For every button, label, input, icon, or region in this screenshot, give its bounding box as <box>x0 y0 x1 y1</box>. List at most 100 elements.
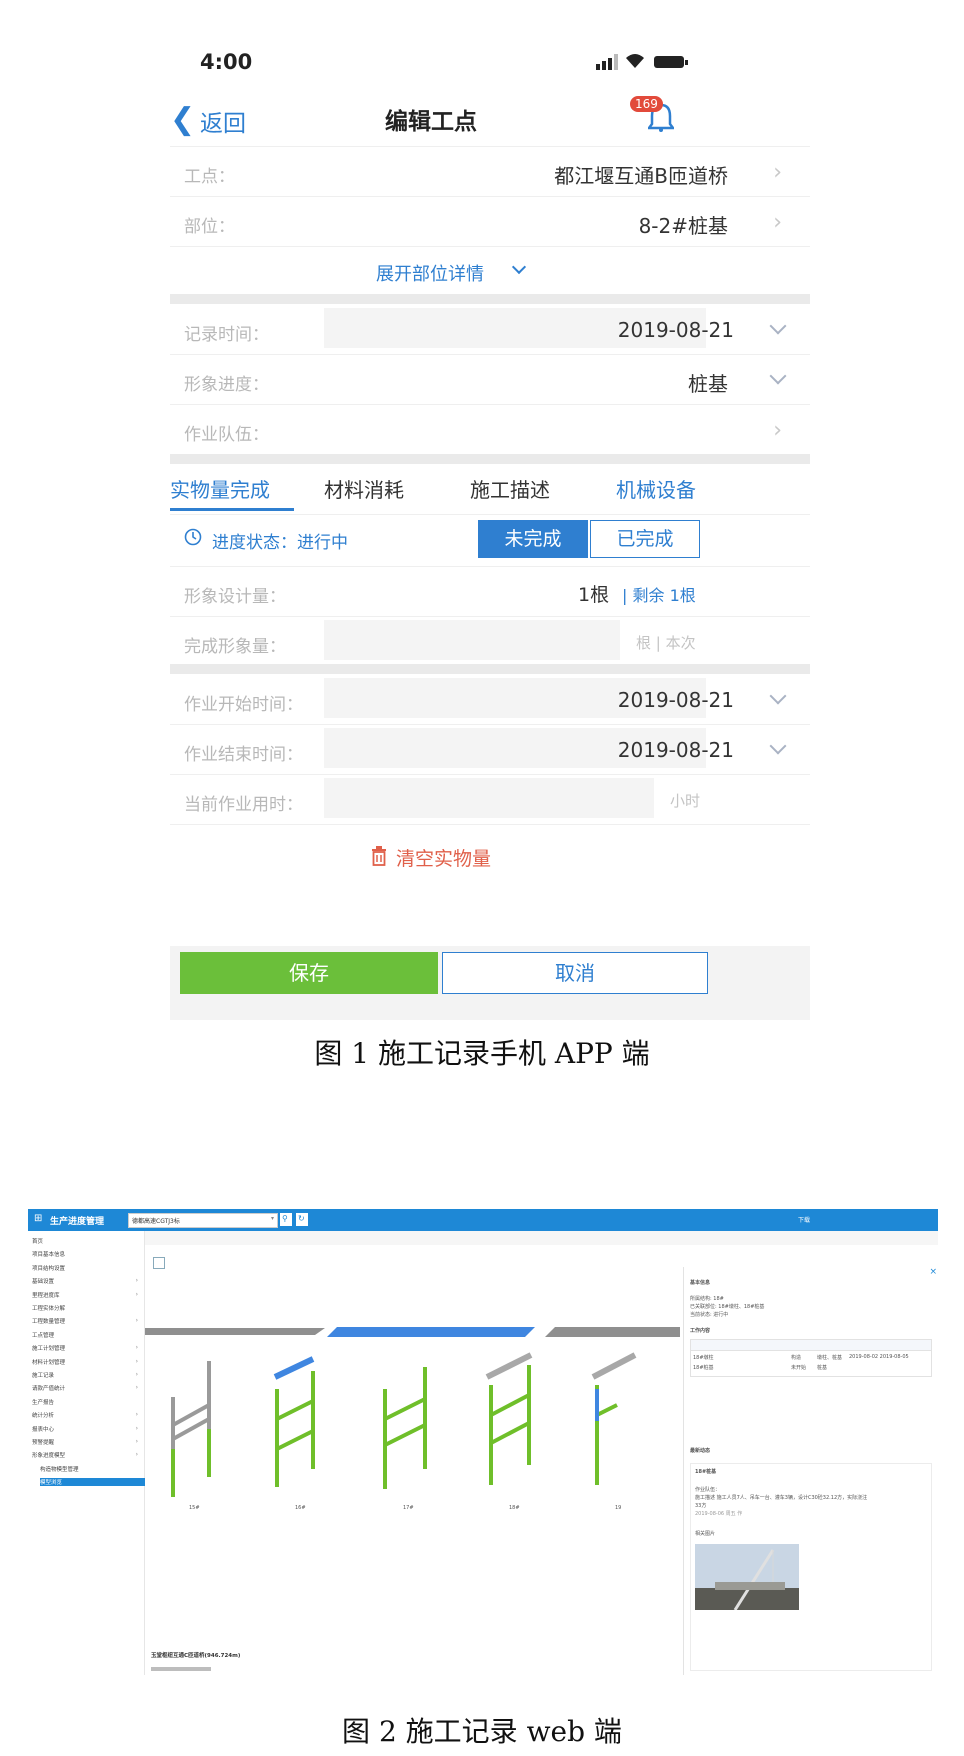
sidebar-item[interactable]: 统计分析 › <box>32 1411 142 1419</box>
sidebar-item[interactable]: 基础设置 › <box>32 1277 142 1285</box>
search-icon: ⚲ <box>282 1214 288 1223</box>
expand-part-details-link[interactable]: 展开部位详情 <box>170 250 810 294</box>
table-cell: 18#墩柱 <box>693 1355 714 1361</box>
team-label: 作业队伍： <box>184 425 269 445</box>
model-viewport[interactable]: 15# 16# 17# 18# 19 玉堂枢纽互通C匝道桥(946.724m) <box>145 1249 680 1675</box>
sidebar-item[interactable]: 施工计划管理 › <box>32 1344 142 1352</box>
sidebar-item[interactable]: 构造物模型管理 <box>40 1465 150 1473</box>
pier-label: 17# <box>403 1505 414 1511</box>
save-button[interactable]: 保存 <box>180 952 438 994</box>
chevron-right-icon: › <box>135 1277 138 1285</box>
progress-status-row: 进度状态：进行中 未完成 已完成 <box>170 516 810 566</box>
sidebar-item[interactable]: 工程数量管理 › <box>32 1317 142 1325</box>
table-cell: 未开始 <box>791 1365 807 1371</box>
breadcrumb <box>145 1231 938 1245</box>
incomplete-button[interactable]: 未完成 <box>478 520 588 558</box>
status-time: 4:00 <box>200 50 253 74</box>
sidebar-item-label: 里程进度库 <box>32 1292 60 1299</box>
sidebar-item-label: 项目结构设置 <box>32 1265 66 1272</box>
table-cell: 18#桩基 <box>693 1365 714 1371</box>
record-time-label: 记录时间： <box>184 325 269 345</box>
site-label: 工点： <box>184 167 235 187</box>
duration-input[interactable] <box>324 778 654 818</box>
progress-row[interactable]: 形象进度： 桩基 <box>170 356 810 404</box>
tab-construction-description[interactable]: 施工描述 <box>470 474 550 503</box>
end-time-value: 2019-08-21 <box>617 738 734 762</box>
cancel-button[interactable]: 取消 <box>442 952 708 994</box>
progress-label: 形象进度： <box>184 375 269 395</box>
chevron-down-icon <box>769 737 787 755</box>
sidebar-item[interactable]: 项目结构设置 <box>32 1264 142 1272</box>
sidebar-item-label: 统计分析 <box>32 1413 55 1420</box>
sidebar-item[interactable]: 首页 <box>32 1237 142 1245</box>
grid-menu-icon[interactable]: ⊞ <box>34 1213 42 1224</box>
trash-icon <box>370 846 388 870</box>
chevron-down-icon <box>769 317 787 335</box>
team-row[interactable]: 作业队伍： › <box>170 406 810 454</box>
part-value: 8-2#桩基 <box>638 214 728 238</box>
design-quantity-value: 1根 <box>578 584 610 606</box>
tab-machinery[interactable]: 机械设备 <box>616 474 696 503</box>
clear-quantity-button[interactable]: 清空实物量 <box>170 836 810 876</box>
update-line: 施工描述 施工人员7人、吊车一台、灌车3辆，设计C30砼32.12方，实际浇注 <box>695 1495 868 1501</box>
start-time-value: 2019-08-21 <box>617 688 734 712</box>
sidebar-item[interactable]: 项目基本信息 <box>32 1250 142 1258</box>
sidebar-item[interactable]: 施工记录 › <box>32 1371 142 1379</box>
sidebar-item[interactable]: 生产报告 <box>32 1398 142 1406</box>
app-title: 生产进度管理 <box>50 1217 105 1227</box>
progress-status-label: 进度状态：进行中 <box>212 533 348 553</box>
tab-material-consumption[interactable]: 材料消耗 <box>324 474 404 503</box>
basic-info-line: 所属结构: 18# <box>690 1296 724 1302</box>
sidebar-item-label: 模型浏览 <box>40 1480 63 1487</box>
close-icon[interactable]: × <box>929 1267 937 1277</box>
design-quantity-row: 形象设计量： 1根 | 剩余 1根 <box>170 568 810 616</box>
progress-value: 桩基 <box>688 372 728 396</box>
sidebar-item-label: 材料计划管理 <box>32 1359 66 1366</box>
sidebar-item-label: 工程实体分解 <box>32 1306 66 1312</box>
clock-icon <box>184 528 202 550</box>
site-row[interactable]: 工点： 都江堰互通B匝道桥 › <box>170 148 810 196</box>
notification-button[interactable]: 169 <box>630 96 680 136</box>
sidebar-item-label: 请款产值统计 <box>32 1386 66 1393</box>
sidebar-item[interactable]: 预警提醒 › <box>32 1438 142 1446</box>
sidebar-item[interactable]: 材料计划管理 › <box>32 1358 142 1366</box>
page-title: 编辑工点 <box>385 109 477 135</box>
search-button[interactable]: ⚲ <box>280 1213 292 1226</box>
update-line: 33方 <box>695 1503 707 1509</box>
basic-info-line: 已关联部位: 18#墩柱、18#桩基 <box>690 1304 765 1310</box>
sidebar-item[interactable]: 里程进度库 › <box>32 1291 142 1299</box>
project-select[interactable]: 德都高速CGTJ3标 ▾ <box>128 1213 278 1228</box>
sidebar-item[interactable]: 请款产值统计 › <box>32 1384 142 1392</box>
sidebar-item[interactable]: 工程实体分解 <box>32 1304 142 1312</box>
latest-updates-title: 最新动态 <box>690 1448 711 1454</box>
update-line: 2019-08-06 周五 作 <box>695 1511 743 1517</box>
start-time-row[interactable]: 作业开始时间： 2019-08-21 <box>170 676 810 722</box>
complete-button[interactable]: 已完成 <box>590 520 700 558</box>
chevron-right-icon: › <box>773 210 782 235</box>
sidebar-item[interactable]: 模型浏览 <box>40 1478 150 1487</box>
completed-quantity-input[interactable] <box>324 620 620 660</box>
sidebar-item[interactable]: 形象进度模型 › <box>32 1451 142 1459</box>
chevron-down-icon: ▾ <box>270 1215 274 1222</box>
sidebar-item-label: 工点管理 <box>32 1332 55 1339</box>
tab-bar: 实物量完成 材料消耗 施工描述 机械设备 <box>170 464 810 514</box>
download-link[interactable]: 下载 <box>798 1215 810 1224</box>
sidebar-item[interactable]: 工点管理 <box>32 1331 142 1339</box>
sidebar-item-label: 施工记录 <box>32 1373 55 1379</box>
duration-label: 当前作业用时： <box>184 795 303 815</box>
back-label: 返回 <box>200 111 246 137</box>
active-tab-indicator <box>170 508 294 511</box>
chevron-right-icon: › <box>773 160 782 185</box>
status-bar: 4:00 <box>170 28 810 88</box>
part-row[interactable]: 部位： 8-2#桩基 › <box>170 198 810 246</box>
notification-badge: 169 <box>630 96 663 112</box>
signal-icon <box>596 54 618 74</box>
sidebar-item-label: 基础设置 <box>32 1279 55 1286</box>
sidebar-item[interactable]: 报表中心 › <box>32 1425 142 1433</box>
end-time-row[interactable]: 作业结束时间： 2019-08-21 <box>170 726 810 772</box>
figure2-caption: 图 2 施工记录 web 端 <box>342 1715 622 1748</box>
record-time-row[interactable]: 记录时间： 2019-08-21 <box>170 306 810 352</box>
table-cell: 桩基 <box>817 1365 828 1371</box>
tab-actual-quantity[interactable]: 实物量完成 <box>170 474 270 503</box>
refresh-button[interactable]: ↻ <box>296 1213 308 1226</box>
